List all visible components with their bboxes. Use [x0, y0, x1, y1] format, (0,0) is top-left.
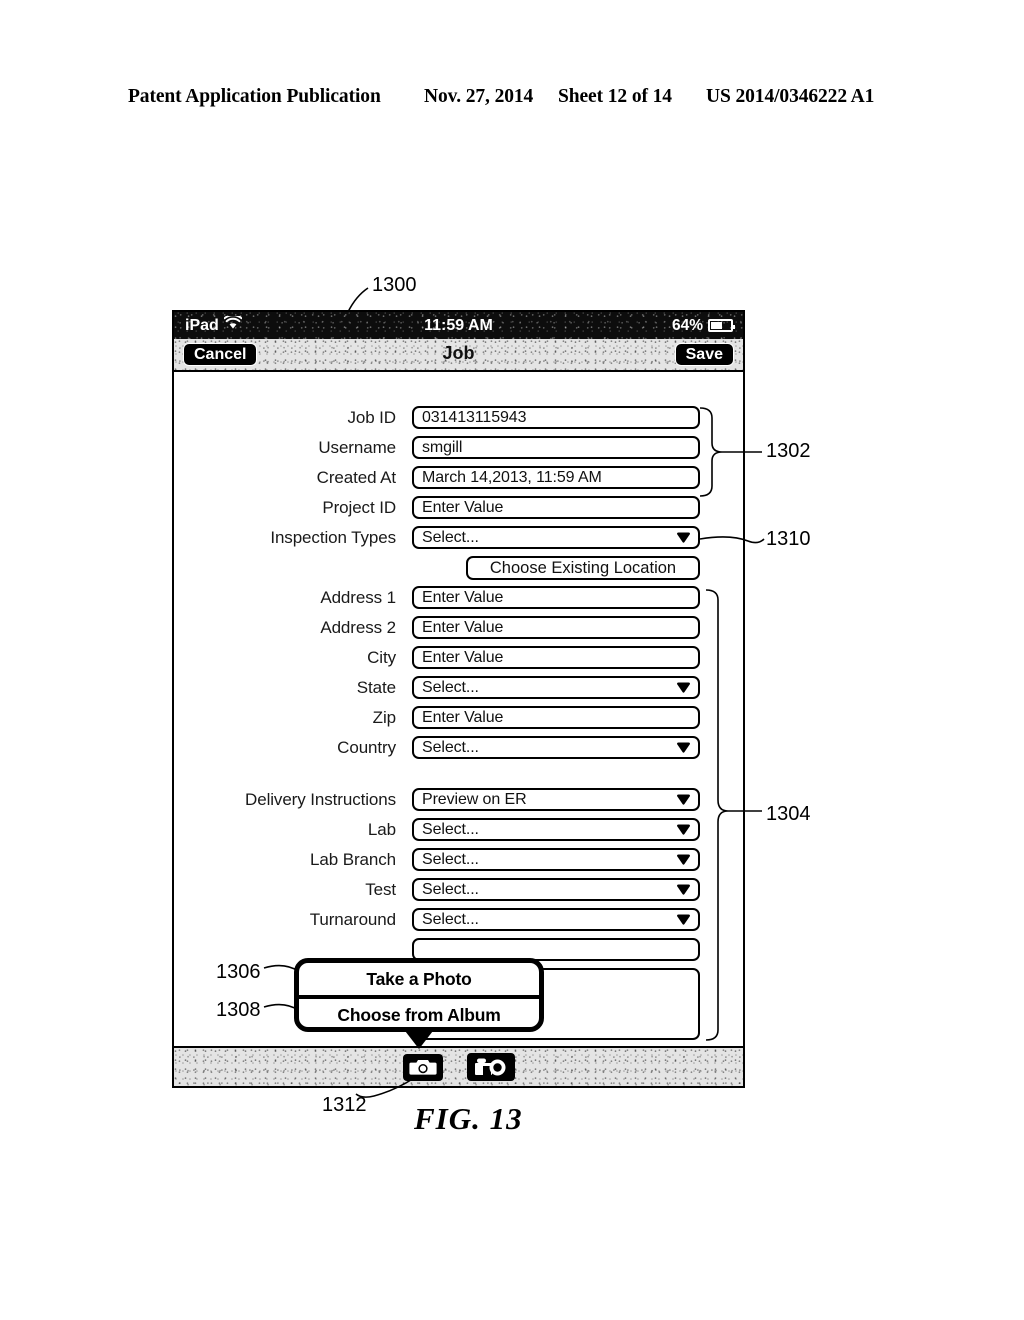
video-camera-icon[interactable]	[466, 1053, 515, 1081]
form-row-created-at: Created At March 14,2013, 11:59 AM	[174, 466, 743, 489]
field-label: Address 1	[320, 587, 396, 607]
form-row-city: City Enter Value	[174, 646, 743, 669]
patent-publication-number: US 2014/0346222 A1	[706, 86, 875, 107]
callout-1310: 1310	[766, 528, 811, 550]
field-label: Lab Branch	[310, 849, 396, 869]
country-select[interactable]: Select...	[412, 736, 700, 759]
zip-input[interactable]: Enter Value	[412, 706, 700, 729]
field-label: Created At	[316, 467, 396, 487]
state-select[interactable]: Select...	[412, 676, 700, 699]
chevron-down-icon	[676, 741, 691, 754]
form-row-lab: Lab Select...	[174, 818, 743, 841]
form-row-lab-branch: Lab Branch Select...	[174, 848, 743, 871]
select-value: Select...	[422, 910, 479, 928]
form-row-country: Country Select...	[174, 736, 743, 759]
address-1-input[interactable]: Enter Value	[412, 586, 700, 609]
callout-1312: 1312	[322, 1094, 367, 1116]
field-label: Username	[318, 437, 396, 457]
test-select[interactable]: Select...	[412, 878, 700, 901]
form-row-state: State Select...	[174, 676, 743, 699]
form-row-turnaround: Turnaround Select...	[174, 908, 743, 931]
patent-publication-label: Patent Application Publication	[128, 86, 381, 107]
job-id-input[interactable]: 031413115943	[412, 406, 700, 429]
created-at-input[interactable]: March 14,2013, 11:59 AM	[412, 466, 700, 489]
chevron-down-icon	[676, 681, 691, 694]
chevron-down-icon	[676, 853, 691, 866]
navigation-bar: Cancel Job Save	[174, 339, 743, 372]
chevron-down-icon	[676, 531, 691, 544]
field-label: Delivery Instructions	[245, 789, 396, 809]
select-value: Preview on ER	[422, 790, 527, 808]
patent-header: Patent Application Publication Nov. 27, …	[0, 86, 1024, 112]
figure-caption: FIG. 13	[414, 1101, 523, 1136]
lab-branch-select[interactable]: Select...	[412, 848, 700, 871]
turnaround-select[interactable]: Select...	[412, 908, 700, 931]
field-label: Country	[337, 737, 396, 757]
select-value: Select...	[422, 880, 479, 898]
city-input[interactable]: Enter Value	[412, 646, 700, 669]
chevron-down-icon	[676, 823, 691, 836]
select-value: Select...	[422, 850, 479, 868]
form-row-job-id: Job ID 031413115943	[174, 406, 743, 429]
field-label: Turnaround	[309, 909, 396, 929]
inspection-types-select[interactable]: Select...	[412, 526, 700, 549]
field-label: Zip	[372, 707, 396, 727]
patent-date: Nov. 27, 2014	[424, 86, 534, 107]
form-row-address-1: Address 1 Enter Value	[174, 586, 743, 609]
form-row-inspection-types: Inspection Types Select...	[174, 526, 743, 549]
chevron-down-icon	[676, 793, 691, 806]
take-a-photo-button[interactable]: Take a Photo	[299, 963, 539, 995]
save-button[interactable]: Save	[674, 343, 734, 366]
page-title: Job	[442, 343, 475, 363]
field-label: Lab	[367, 819, 396, 839]
field-label: City	[367, 647, 396, 667]
select-value: Select...	[422, 738, 479, 756]
callout-1302: 1302	[766, 440, 811, 462]
select-value: Select...	[422, 678, 479, 696]
select-value: Select...	[422, 528, 479, 546]
battery-percent-label: 64%	[671, 316, 703, 334]
clock-label: 11:59 AM	[424, 316, 493, 334]
callout-1308: 1308	[216, 999, 261, 1021]
callout-1306: 1306	[216, 961, 261, 983]
field-label: Job ID	[347, 407, 396, 427]
form-row-delivery-instructions: Delivery Instructions Preview on ER	[174, 788, 743, 811]
form-row-zip: Zip Enter Value	[174, 706, 743, 729]
form-row-test: Test Select...	[174, 878, 743, 901]
select-value: Select...	[422, 820, 479, 838]
popover-arrow	[402, 1027, 436, 1049]
status-bar-right: 64%	[671, 316, 735, 335]
project-id-input[interactable]: Enter Value	[412, 496, 700, 519]
form-row-address-2: Address 2 Enter Value	[174, 616, 743, 639]
job-form: Job ID 031413115943 Username smgill Crea…	[174, 372, 743, 1046]
delivery-instructions-select[interactable]: Preview on ER	[412, 788, 700, 811]
chevron-down-icon	[676, 913, 691, 926]
callout-1300: 1300	[372, 274, 417, 296]
username-input[interactable]: smgill	[412, 436, 700, 459]
form-row-project-id: Project ID Enter Value	[174, 496, 743, 519]
field-label: Test	[365, 879, 396, 899]
status-bar: iPad 11:59 AM 64%	[174, 312, 743, 339]
field-label: Project ID	[322, 497, 396, 517]
choose-existing-location-button[interactable]: Choose Existing Location	[466, 556, 700, 580]
photo-source-popover: Take a Photo Choose from Album	[294, 958, 544, 1049]
field-label: State	[356, 677, 396, 697]
form-row-username: Username smgill	[174, 436, 743, 459]
field-label: Address 2	[320, 617, 396, 637]
chevron-down-icon	[676, 883, 691, 896]
camera-icon[interactable]	[402, 1053, 443, 1081]
address-2-input[interactable]: Enter Value	[412, 616, 700, 639]
callout-1304: 1304	[766, 803, 811, 825]
patent-sheet-number: Sheet 12 of 14	[558, 86, 672, 107]
battery-icon	[708, 319, 735, 332]
field-label: Inspection Types	[270, 527, 396, 547]
bottom-toolbar	[174, 1046, 743, 1086]
lab-select[interactable]: Select...	[412, 818, 700, 841]
